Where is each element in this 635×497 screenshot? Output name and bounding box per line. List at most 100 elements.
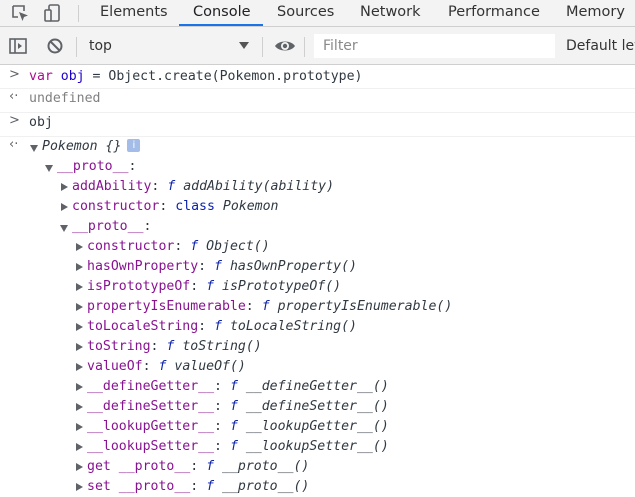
device-toolbar-icon[interactable]	[43, 3, 63, 23]
expand-triangle-icon[interactable]	[74, 357, 85, 377]
tab-performance[interactable]: Performance	[448, 0, 540, 26]
active-tab-indicator	[179, 24, 263, 26]
property-value: valueOf()	[174, 359, 246, 374]
clear-console-icon[interactable]	[45, 36, 65, 56]
property-row[interactable]: set __proto__: f __proto__()	[74, 477, 309, 497]
expand-triangle-icon[interactable]	[74, 257, 85, 277]
sidebar-toggle-icon[interactable]	[8, 36, 28, 56]
property-row[interactable]: __lookupGetter__: f __lookupGetter__()	[74, 417, 389, 437]
output-return-icon: ‹·	[9, 137, 19, 152]
tab-memory[interactable]: Memory	[566, 0, 625, 26]
console-input-line: obj	[29, 113, 53, 133]
property-row[interactable]: hasOwnProperty: f hasOwnProperty()	[74, 257, 357, 277]
proto-row[interactable]: __proto__:	[59, 217, 151, 237]
property-key: addAbility	[72, 179, 152, 194]
expand-triangle-icon[interactable]	[59, 217, 70, 237]
chevron-down-icon[interactable]	[239, 42, 249, 49]
expand-triangle-icon[interactable]	[44, 157, 55, 177]
toolbar-divider	[76, 37, 77, 57]
class-keyword: class	[175, 199, 215, 214]
property-row[interactable]: propertyIsEnumerable: f propertyIsEnumer…	[74, 297, 452, 317]
property-value: __defineGetter__()	[245, 379, 389, 394]
expand-triangle-icon[interactable]	[59, 177, 70, 197]
tab-network[interactable]: Network	[360, 0, 421, 26]
tab-console[interactable]: Console	[193, 0, 251, 26]
inspect-element-icon[interactable]	[10, 3, 30, 23]
property-key: __defineSetter__	[87, 399, 215, 414]
function-marker: f	[229, 399, 238, 414]
object-root-row[interactable]: Pokemon {} i	[29, 137, 141, 157]
property-row[interactable]: addAbility: f addAbility(ability)	[59, 177, 334, 197]
tabbar-divider	[78, 5, 79, 22]
output-undefined: undefined	[29, 91, 101, 106]
property-row[interactable]: __defineSetter__: f __defineSetter__()	[74, 397, 389, 417]
property-key: constructor	[72, 199, 160, 214]
property-key: __lookupSetter__	[87, 439, 215, 454]
property-key: valueOf	[87, 359, 143, 374]
info-icon[interactable]: i	[127, 138, 141, 152]
filter-input[interactable]	[323, 37, 548, 55]
expand-triangle-icon[interactable]	[74, 457, 85, 477]
message-divider	[0, 112, 635, 113]
expand-triangle-icon[interactable]	[59, 197, 70, 217]
expand-triangle-icon[interactable]	[74, 417, 85, 437]
function-marker: f	[206, 479, 215, 494]
property-row[interactable]: __lookupSetter__: f __lookupSetter__()	[74, 437, 389, 457]
function-marker: f	[229, 379, 238, 394]
expand-triangle-icon[interactable]	[74, 277, 85, 297]
log-levels-dropdown[interactable]: Default levels	[566, 38, 635, 54]
expand-triangle-icon[interactable]	[74, 297, 85, 317]
property-row[interactable]: toString: f toString()	[74, 337, 262, 357]
property-row[interactable]: constructor: class Pokemon	[59, 197, 278, 217]
code-keyword: var	[29, 69, 53, 84]
property-key: constructor	[87, 239, 175, 254]
function-marker: f	[229, 419, 238, 434]
proto-key: __proto__	[57, 159, 129, 174]
function-marker: f	[158, 359, 167, 374]
expand-triangle-icon[interactable]	[29, 137, 40, 157]
property-key: __lookupGetter__	[87, 419, 215, 434]
property-value: __proto__()	[222, 479, 310, 494]
code-variable: obj	[60, 69, 85, 84]
tab-elements[interactable]: Elements	[100, 0, 168, 26]
console-output: > var obj = Object.create(Pokemon.protot…	[0, 65, 635, 495]
property-key: set __proto__	[87, 479, 191, 494]
property-row[interactable]: toLocaleString: f toLocaleString()	[74, 317, 357, 337]
devtools-tabbar: Elements Console Sources Network Perform…	[0, 0, 635, 27]
property-value: __lookupGetter__()	[245, 419, 389, 434]
console-output-line: undefined	[29, 89, 100, 109]
expand-triangle-icon[interactable]	[74, 237, 85, 257]
property-row[interactable]: get __proto__: f __proto__()	[74, 457, 309, 477]
property-value: hasOwnProperty()	[229, 259, 357, 274]
expand-triangle-icon[interactable]	[74, 337, 85, 357]
property-value: isPrototypeOf()	[222, 279, 342, 294]
property-key: get __proto__	[87, 459, 191, 474]
property-row[interactable]: isPrototypeOf: f isPrototypeOf()	[74, 277, 341, 297]
proto-row[interactable]: __proto__:	[44, 157, 136, 177]
property-key: toLocaleString	[87, 319, 199, 334]
function-marker: f	[206, 459, 215, 474]
tab-sources[interactable]: Sources	[277, 0, 334, 26]
context-selector[interactable]: top	[89, 38, 112, 54]
input-prompt-icon: >	[9, 113, 20, 128]
property-value: __defineSetter__()	[245, 399, 389, 414]
output-return-icon: ‹·	[9, 89, 19, 104]
expand-triangle-icon[interactable]	[74, 397, 85, 417]
toolbar-divider	[304, 37, 305, 57]
expand-triangle-icon[interactable]	[74, 437, 85, 457]
function-marker: f	[206, 279, 215, 294]
property-row[interactable]: constructor: f Object()	[74, 237, 270, 257]
input-prompt-icon: >	[9, 67, 20, 82]
expand-triangle-icon[interactable]	[74, 477, 85, 497]
property-value: toString()	[182, 339, 262, 354]
property-value: addAbility(ability)	[183, 179, 335, 194]
property-row[interactable]: valueOf: f valueOf()	[74, 357, 246, 377]
property-row[interactable]: __defineGetter__: f __defineGetter__()	[74, 377, 389, 397]
function-marker: f	[167, 179, 176, 194]
toolbar-divider	[262, 37, 263, 57]
expand-triangle-icon[interactable]	[74, 317, 85, 337]
property-value: Pokemon	[222, 199, 279, 214]
eye-icon[interactable]	[274, 36, 295, 56]
filter-box[interactable]	[314, 34, 555, 58]
expand-triangle-icon[interactable]	[74, 377, 85, 397]
